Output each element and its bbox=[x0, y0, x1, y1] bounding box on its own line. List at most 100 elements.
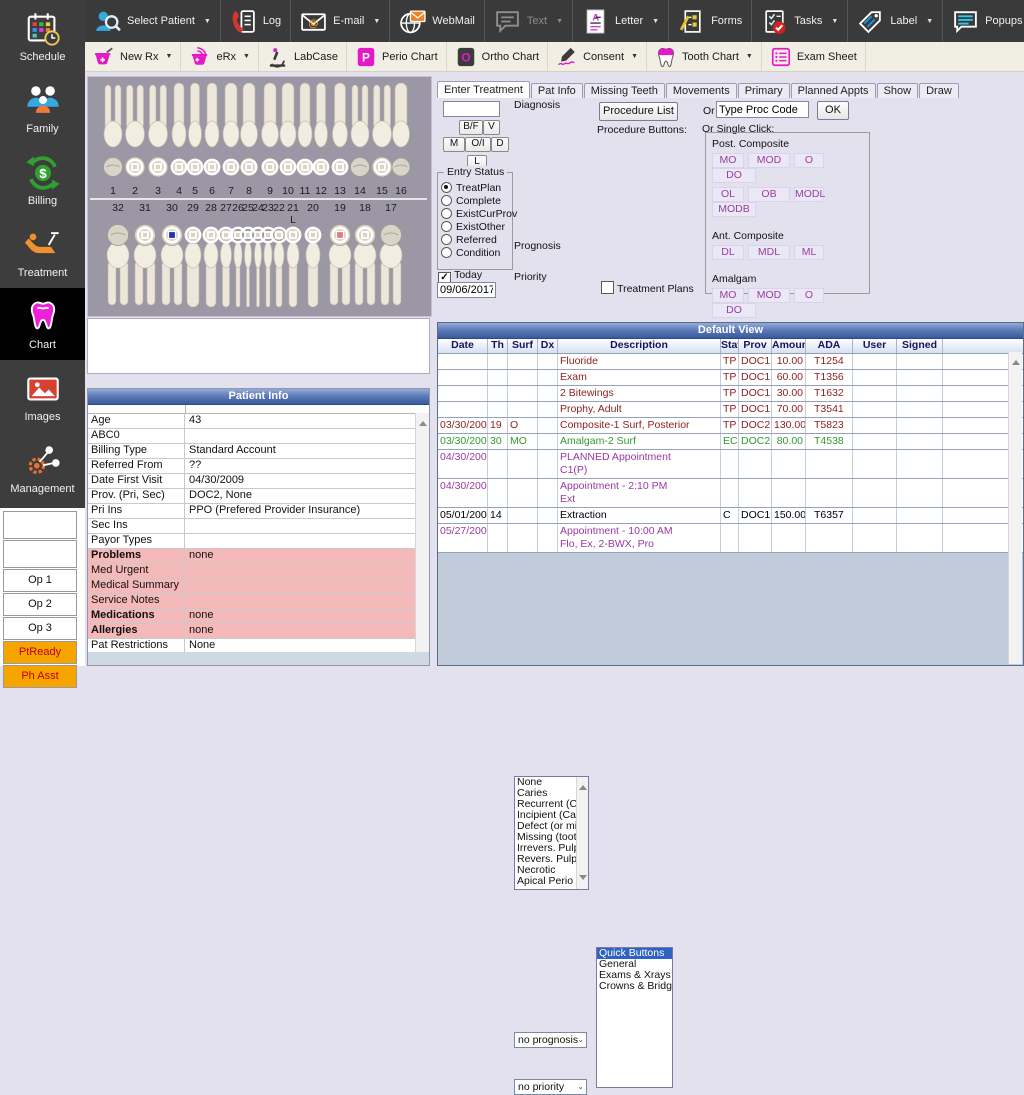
op-button-op-2[interactable]: Op 2 bbox=[3, 593, 77, 616]
patient-info-row[interactable]: ABC0 bbox=[88, 429, 429, 444]
entry-status-option-treatplan[interactable]: TreatPlan bbox=[441, 181, 512, 194]
quick-button-dl[interactable]: DL bbox=[712, 245, 744, 260]
diagnosis-scrollbar[interactable] bbox=[576, 777, 588, 889]
surface-button-d[interactable]: D bbox=[491, 137, 509, 152]
column-header-amount[interactable]: Amount bbox=[772, 339, 806, 353]
patient-info-row[interactable]: Billing TypeStandard Account bbox=[88, 444, 429, 459]
column-header-th[interactable]: Th bbox=[488, 339, 508, 353]
sidebar-item-treatment[interactable]: Treatment bbox=[0, 216, 85, 288]
dropdown-arrow-icon[interactable]: ▼ bbox=[204, 18, 211, 25]
tab-enter-treatment[interactable]: Enter Treatment bbox=[437, 81, 530, 98]
quick-button-mdl[interactable]: MDL bbox=[748, 245, 790, 260]
ok-button[interactable]: OK bbox=[817, 101, 849, 120]
procedure-row[interactable]: 05/27/2009Appointment - 10:00 AM Flo, Ex… bbox=[438, 524, 1023, 553]
patient-info-row[interactable]: Age43 bbox=[88, 414, 429, 429]
diagnosis-option[interactable]: Irrevers. Pulp. bbox=[515, 843, 577, 854]
procedure-row[interactable]: FluorideTPDOC110.00T1254 bbox=[438, 354, 1023, 370]
sidebar-item-family[interactable]: Family bbox=[0, 72, 85, 144]
diagnosis-option[interactable]: Revers. Pulp. bbox=[515, 854, 577, 865]
sidebar-item-management[interactable]: Management bbox=[0, 432, 85, 504]
quick-button-ml[interactable]: ML bbox=[794, 245, 824, 260]
op-button-ptready[interactable]: PtReady bbox=[3, 641, 77, 664]
toolbar-button-popups[interactable]: Popups bbox=[943, 0, 1024, 42]
toolbar-button-new-rx[interactable]: New Rx▼ bbox=[85, 42, 181, 71]
entry-status-option-referred[interactable]: Referred bbox=[441, 233, 512, 246]
toolbar-button-labcase[interactable]: LabCase bbox=[259, 42, 347, 71]
column-header-description[interactable]: Description bbox=[558, 339, 721, 353]
toolbar-button-text[interactable]: Text▼ bbox=[485, 0, 573, 42]
toolbar-button-e-mail[interactable]: @E-mail▼ bbox=[291, 0, 390, 42]
sidebar-item-images[interactable]: Images bbox=[0, 360, 85, 432]
quick-button-o[interactable]: O bbox=[794, 153, 824, 168]
diagnosis-option[interactable]: Necrotic bbox=[515, 865, 577, 876]
dropdown-arrow-icon[interactable]: ▼ bbox=[926, 18, 933, 25]
patient-info-row[interactable]: Medicationsnone bbox=[88, 609, 429, 624]
quick-button-mo[interactable]: MO bbox=[712, 153, 744, 168]
quick-button-do[interactable]: DO bbox=[712, 303, 756, 318]
progress-table-scrollbar[interactable] bbox=[1008, 352, 1022, 664]
procedure-row[interactable]: ExamTPDOC160.00T1356 bbox=[438, 370, 1023, 386]
patient-info-scrollbar[interactable] bbox=[415, 413, 429, 652]
procedure-buttons-listbox[interactable]: Quick ButtonsGeneralExams & XraysCrowns … bbox=[596, 947, 673, 1088]
column-header-surf[interactable]: Surf bbox=[508, 339, 538, 353]
entry-status-option-complete[interactable]: Complete bbox=[441, 194, 512, 207]
diagnosis-option[interactable]: Caries bbox=[515, 788, 577, 799]
op-button-ph-asst[interactable]: Ph Asst bbox=[3, 665, 77, 688]
tab-planned-appts[interactable]: Planned Appts bbox=[791, 83, 876, 98]
tab-movements[interactable]: Movements bbox=[666, 83, 737, 98]
patient-info-row[interactable]: Date First Visit04/30/2009 bbox=[88, 474, 429, 489]
diagnosis-option[interactable]: Incipient (Car) bbox=[515, 810, 577, 821]
patient-info-row[interactable]: Allergiesnone bbox=[88, 624, 429, 639]
chart-notes-box[interactable] bbox=[87, 318, 430, 374]
tooth-chart-svg[interactable]: 1234567891011121314151632313029282726252… bbox=[88, 77, 429, 314]
dropdown-arrow-icon[interactable]: ▼ bbox=[652, 18, 659, 25]
procedure-row[interactable]: 04/30/2009PLANNED Appointment C1(P) bbox=[438, 450, 1023, 479]
dropdown-arrow-icon[interactable]: ▼ bbox=[166, 53, 173, 60]
patient-info-row[interactable]: Referred From?? bbox=[88, 459, 429, 474]
diagnosis-option[interactable]: Defect (or miss bbox=[515, 821, 577, 832]
procedure-row[interactable]: 03/30/200919OComposite-1 Surf, Posterior… bbox=[438, 418, 1023, 434]
diagnosis-option[interactable]: Apical Perio bbox=[515, 876, 577, 887]
patient-info-row[interactable]: Service Notes bbox=[88, 594, 429, 609]
procedure-date-input[interactable] bbox=[437, 282, 496, 298]
surface-button-bf[interactable]: B/F bbox=[459, 120, 483, 135]
entry-status-option-condition[interactable]: Condition bbox=[441, 246, 512, 259]
column-header-prov[interactable]: Prov bbox=[739, 339, 772, 353]
procedure-row[interactable]: 2 BitewingsTPDOC130.00T1632 bbox=[438, 386, 1023, 402]
dropdown-arrow-icon[interactable]: ▼ bbox=[746, 53, 753, 60]
patient-info-row[interactable]: Med Urgent bbox=[88, 564, 429, 579]
toolbar-button-forms[interactable]: Forms bbox=[669, 0, 752, 42]
dropdown-arrow-icon[interactable]: ▼ bbox=[243, 53, 250, 60]
procedure-button-category[interactable]: Exams & Xrays bbox=[597, 970, 672, 981]
toolbar-button-consent[interactable]: Consent▼ bbox=[548, 42, 647, 71]
toolbar-button-label[interactable]: Label▼ bbox=[848, 0, 943, 42]
quick-button-o[interactable]: O bbox=[794, 288, 824, 303]
op-button-op-1[interactable]: Op 1 bbox=[3, 569, 77, 592]
toolbar-button-tasks[interactable]: Tasks▼ bbox=[752, 0, 848, 42]
sidebar-item-billing[interactable]: $Billing bbox=[0, 144, 85, 216]
dropdown-arrow-icon[interactable]: ▼ bbox=[373, 18, 380, 25]
column-header-stat[interactable]: Stat bbox=[721, 339, 739, 353]
procedure-entry-input[interactable] bbox=[443, 101, 500, 117]
sidebar-item-schedule[interactable]: Schedule bbox=[0, 0, 85, 72]
op-button-blank[interactable] bbox=[3, 511, 77, 539]
patient-info-hscrollbar[interactable] bbox=[88, 652, 429, 665]
column-header-signed[interactable]: Signed bbox=[897, 339, 943, 353]
patient-info-row[interactable]: Prov. (Pri, Sec)DOC2, None bbox=[88, 489, 429, 504]
dropdown-arrow-icon[interactable]: ▼ bbox=[631, 53, 638, 60]
patient-info-row[interactable]: Sec Ins bbox=[88, 519, 429, 534]
sidebar-item-chart[interactable]: Chart bbox=[0, 288, 85, 360]
tooth-chart-graphic[interactable]: 1234567891011121314151632313029282726252… bbox=[87, 76, 432, 317]
procedure-row[interactable]: 03/30/200930MOAmalgam-2 SurfECDOC280.00T… bbox=[438, 434, 1023, 450]
quick-button-do[interactable]: DO bbox=[712, 168, 756, 183]
toolbar-button-perio-chart[interactable]: PPerio Chart bbox=[347, 42, 447, 71]
procedure-row[interactable]: Prophy, AdultTPDOC170.00T3541 bbox=[438, 402, 1023, 418]
priority-dropdown[interactable]: no priority⌄ bbox=[514, 1079, 587, 1095]
toolbar-button-exam-sheet[interactable]: Exam Sheet bbox=[762, 42, 866, 71]
quick-button-ol[interactable]: OL bbox=[712, 187, 744, 202]
procedure-button-category[interactable]: General bbox=[597, 959, 672, 970]
quick-button-modl[interactable]: MODL bbox=[794, 187, 824, 202]
dropdown-arrow-icon[interactable]: ▼ bbox=[556, 18, 563, 25]
quick-button-mo[interactable]: MO bbox=[712, 288, 744, 303]
dropdown-arrow-icon[interactable]: ▼ bbox=[831, 18, 838, 25]
